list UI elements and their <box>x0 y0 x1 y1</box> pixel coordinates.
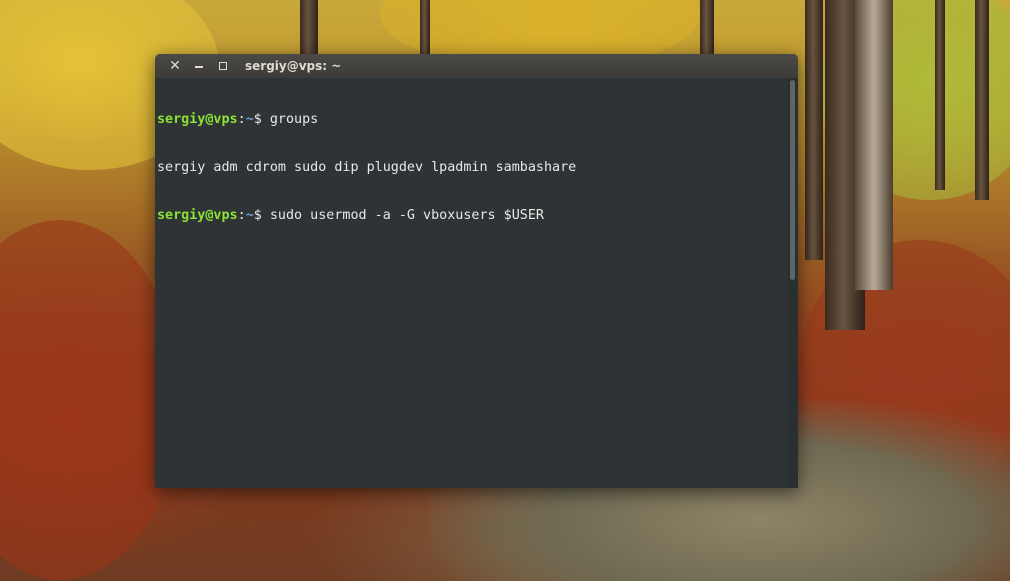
prompt-path: ~ <box>245 208 254 223</box>
terminal-line: sergiy@vps:~$ groups <box>157 112 787 128</box>
scrollbar-thumb[interactable] <box>790 80 795 280</box>
title-bar[interactable]: ✕ sergiy@vps: ~ <box>155 54 798 78</box>
minimize-icon[interactable] <box>191 58 207 74</box>
prompt-symbol: $ <box>253 112 270 127</box>
prompt-colon: : <box>237 112 246 127</box>
terminal-line: sergiy adm cdrom sudo dip plugdev lpadmi… <box>157 160 787 176</box>
prompt-path: ~ <box>245 112 254 127</box>
tree-trunk <box>935 0 945 190</box>
command-output: sergiy adm cdrom sudo dip plugdev lpadmi… <box>157 160 577 175</box>
command-text: groups <box>269 112 319 127</box>
maximize-icon[interactable] <box>215 58 231 74</box>
terminal-output[interactable]: sergiy@vps:~$ groups sergiy adm cdrom su… <box>155 78 787 488</box>
tree-trunk <box>805 0 823 260</box>
tree-trunk <box>420 0 430 54</box>
tree-trunk <box>700 0 714 54</box>
tree-trunk <box>975 0 989 200</box>
window-title: sergiy@vps: ~ <box>245 59 342 73</box>
prompt-colon: : <box>237 208 246 223</box>
tree-trunk <box>300 0 318 54</box>
prompt-user-host: sergiy@vps <box>157 112 238 127</box>
command-text: sudo usermod -a -G vboxusers $USER <box>269 208 544 223</box>
vertical-scrollbar[interactable] <box>787 78 798 488</box>
foliage <box>0 220 180 580</box>
prompt-symbol: $ <box>253 208 270 223</box>
terminal-line: sergiy@vps:~$ sudo usermod -a -G vboxuse… <box>157 208 787 224</box>
tree-trunk <box>855 0 893 290</box>
prompt-user-host: sergiy@vps <box>157 208 238 223</box>
close-icon[interactable]: ✕ <box>167 58 183 74</box>
terminal-window[interactable]: ✕ sergiy@vps: ~ sergiy@vps:~$ groups ser… <box>155 54 798 488</box>
